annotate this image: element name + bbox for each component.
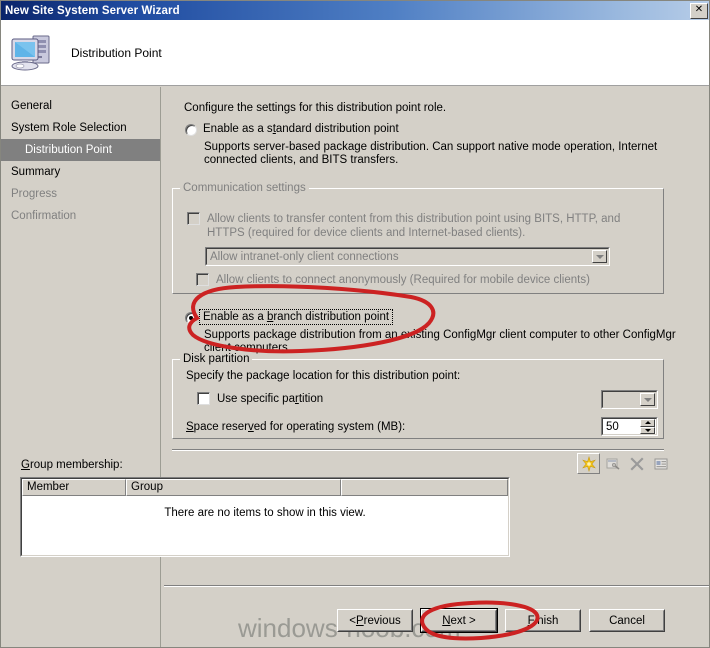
bits-checkbox bbox=[187, 212, 200, 225]
space-reserved-label: Space reserved for operating system (MB)… bbox=[186, 421, 406, 433]
details-icon bbox=[649, 453, 672, 474]
delete-icon bbox=[625, 453, 648, 474]
anonymous-checkbox bbox=[196, 273, 209, 286]
column-header-group[interactable]: Group bbox=[126, 479, 341, 496]
window-controls: ✕ bbox=[690, 3, 708, 19]
page-title: Distribution Point bbox=[71, 45, 162, 60]
wizard-content: Configure the settings for this distribu… bbox=[164, 87, 709, 647]
next-button[interactable]: Next > bbox=[420, 608, 498, 633]
column-header-member[interactable]: Member bbox=[22, 479, 126, 496]
use-specific-partition-label: Use specific partition bbox=[217, 392, 324, 405]
sidebar-item-confirmation: Confirmation bbox=[11, 210, 77, 222]
sidebar-item-progress: Progress bbox=[11, 188, 58, 200]
spinner-down-icon[interactable] bbox=[640, 426, 655, 434]
space-reserved-value: 50 bbox=[606, 420, 619, 433]
connection-type-value: Allow intranet-only client connections bbox=[210, 250, 399, 263]
group-membership-label: Group membership: bbox=[21, 459, 123, 471]
finish-button[interactable]: Finish bbox=[505, 609, 581, 632]
standard-dp-radio[interactable] bbox=[185, 124, 197, 136]
footer-divider bbox=[164, 585, 709, 587]
spinner-buttons[interactable] bbox=[640, 419, 655, 434]
communication-settings-title: Communication settings bbox=[180, 182, 309, 194]
connection-type-combobox: Allow intranet-only client connections bbox=[205, 247, 610, 266]
disk-partition-instruction: Specify the package location for this di… bbox=[186, 370, 461, 382]
sidebar-item-general[interactable]: General bbox=[1, 95, 160, 117]
listview-header: Member Group bbox=[22, 479, 508, 496]
chevron-down-icon bbox=[592, 250, 607, 263]
branch-dp-label: Enable as a branch distribution point bbox=[198, 309, 394, 325]
anonymous-checkbox-row: Allow clients to connect anonymously (Re… bbox=[196, 273, 590, 286]
standard-dp-radio-row[interactable]: Enable as a standard distribution point bbox=[185, 123, 399, 136]
partition-combobox bbox=[601, 390, 658, 409]
wizard-button-bar: < Previous Next > Finish Cancel bbox=[337, 608, 665, 633]
close-icon[interactable]: ✕ bbox=[690, 3, 708, 19]
use-specific-partition-row[interactable]: Use specific partition bbox=[197, 392, 323, 405]
branch-dp-radio-row[interactable]: Enable as a branch distribution point bbox=[185, 309, 394, 325]
window-title: New Site System Server Wizard bbox=[5, 4, 180, 17]
group-membership-listview[interactable]: Member Group There are no items to show … bbox=[20, 477, 510, 557]
sidebar-item-system-role-selection[interactable]: System Role Selection bbox=[1, 117, 160, 139]
disk-partition-title: Disk partition bbox=[180, 353, 253, 365]
new-icon[interactable] bbox=[577, 453, 600, 474]
space-reserved-spinner[interactable]: 50 bbox=[601, 417, 658, 436]
sidebar-item-summary[interactable]: Summary bbox=[1, 161, 160, 183]
wizard-window: New Site System Server Wizard ✕ Distribu… bbox=[0, 0, 710, 648]
window-titlebar: New Site System Server Wizard ✕ bbox=[1, 1, 709, 20]
previous-button[interactable]: < Previous bbox=[337, 609, 413, 632]
group-membership-toolbar bbox=[577, 453, 672, 474]
spinner-up-icon[interactable] bbox=[640, 419, 655, 427]
cancel-button[interactable]: Cancel bbox=[589, 609, 665, 632]
bits-checkbox-row: Allow clients to transfer content from t… bbox=[187, 212, 652, 240]
computer-icon bbox=[9, 31, 55, 75]
section-divider bbox=[172, 449, 664, 451]
branch-dp-description: Supports package distribution from an ex… bbox=[204, 329, 676, 354]
use-specific-partition-checkbox[interactable] bbox=[197, 392, 210, 405]
intro-text: Configure the settings for this distribu… bbox=[184, 102, 447, 114]
anonymous-checkbox-label: Allow clients to connect anonymously (Re… bbox=[216, 273, 590, 286]
bits-checkbox-label: Allow clients to transfer content from t… bbox=[207, 213, 621, 239]
sidebar-item-distribution-point[interactable]: Distribution Point bbox=[1, 139, 160, 161]
chevron-down-icon bbox=[640, 393, 655, 406]
column-header-blank[interactable] bbox=[341, 479, 508, 496]
listview-empty-message: There are no items to show in this view. bbox=[164, 507, 366, 519]
standard-dp-description: Supports server-based package distributi… bbox=[204, 141, 658, 166]
branch-dp-radio[interactable] bbox=[185, 312, 197, 324]
wizard-header: Distribution Point bbox=[1, 20, 709, 86]
standard-dp-label: Enable as a standard distribution point bbox=[203, 123, 399, 135]
properties-icon bbox=[601, 453, 624, 474]
wizard-sidebar: General System Role Selection Distributi… bbox=[1, 87, 161, 647]
